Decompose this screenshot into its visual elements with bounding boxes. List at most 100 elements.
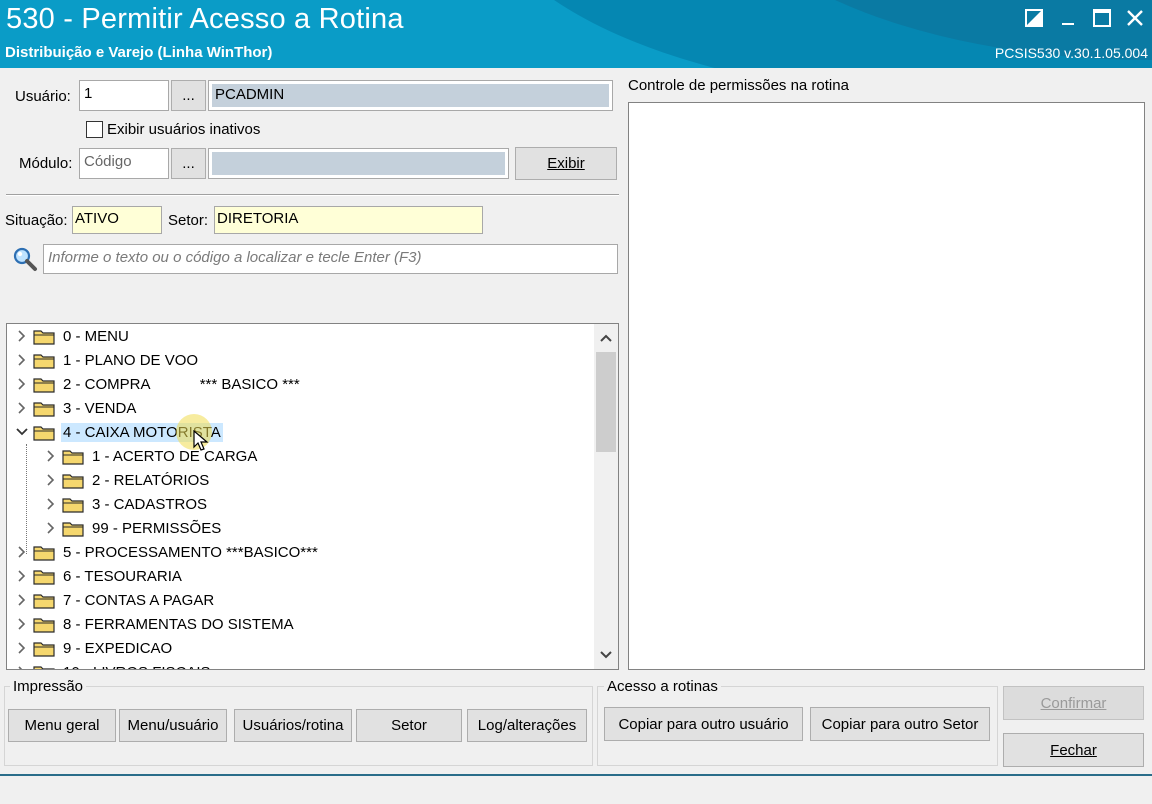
- usuario-name-value: PCADMIN: [212, 84, 609, 107]
- chevron-right-icon[interactable]: [15, 377, 29, 391]
- usuario-code-input[interactable]: 1: [79, 80, 169, 111]
- chevron-right-icon[interactable]: [15, 569, 29, 583]
- folder-icon: [62, 520, 84, 537]
- acesso-title: Acesso a rotinas: [604, 678, 721, 695]
- folder-icon: [33, 424, 55, 441]
- situacao-label: Situação:: [5, 212, 68, 229]
- chevron-right-icon[interactable]: [15, 665, 29, 669]
- tree-child-node[interactable]: 1 - ACERTO DE CARGA: [44, 445, 259, 467]
- tree-node[interactable]: 3 - VENDA: [15, 397, 138, 419]
- folder-icon: [33, 592, 55, 609]
- usuarios-rotina-button[interactable]: Usuários/rotina: [234, 709, 352, 742]
- window-subtitle: Distribuição e Varejo (Linha WinThor): [5, 44, 273, 61]
- exibir-inativos-option[interactable]: Exibir usuários inativos: [86, 121, 260, 138]
- tree-node-label: 0 - MENU: [63, 327, 129, 345]
- permissions-label: Controle de permissões na rotina: [628, 77, 849, 94]
- search-input[interactable]: Informe o texto ou o código a localizar …: [43, 244, 618, 274]
- folder-icon: [33, 352, 55, 369]
- tree-node[interactable]: 0 - MENU: [15, 325, 131, 347]
- chevron-right-icon[interactable]: [44, 449, 58, 463]
- tree-node[interactable]: 1 - PLANO DE VOO: [15, 349, 200, 371]
- title-bar: 530 - Permitir Acesso a Rotina Distribui…: [0, 0, 1152, 68]
- status-bar: [0, 774, 1152, 804]
- chevron-right-icon[interactable]: [15, 329, 29, 343]
- chevron-right-icon[interactable]: [15, 401, 29, 415]
- tree-node[interactable]: 10 - LIVROS FISCAIS: [15, 661, 213, 669]
- tree-child-node[interactable]: 99 - PERMISSÕES: [44, 517, 223, 539]
- modulo-label: Módulo:: [19, 155, 73, 172]
- chevron-right-icon[interactable]: [44, 473, 58, 487]
- tree-node-label: 2 - RELATÓRIOS: [92, 471, 210, 489]
- folder-icon: [33, 544, 55, 561]
- separator: [6, 194, 619, 196]
- tree-node-label: 99 - PERMISSÕES: [92, 519, 222, 537]
- chevron-right-icon[interactable]: [15, 593, 29, 607]
- tree-node[interactable]: 6 - TESOURARIA: [15, 565, 184, 587]
- exibir-button[interactable]: Exibir: [515, 147, 617, 180]
- copiar-usuario-button[interactable]: Copiar para outro usuário: [604, 707, 803, 741]
- modulo-lookup-button[interactable]: ...: [171, 148, 206, 179]
- tree-node[interactable]: 9 - EXPEDICAO: [15, 637, 174, 659]
- tree-node-label: 1 - PLANO DE VOO: [63, 351, 199, 369]
- version-label: PCSIS530 v.30.1.05.004: [994, 45, 1148, 61]
- modulo-name-field: [208, 148, 509, 179]
- modulo-code-input[interactable]: Código: [79, 148, 169, 179]
- mouse-pointer-icon: [193, 429, 209, 456]
- chevron-right-icon[interactable]: [15, 617, 29, 631]
- folder-icon: [62, 496, 84, 513]
- tree-child-node[interactable]: 2 - RELATÓRIOS: [44, 469, 211, 491]
- chevron-right-icon[interactable]: [44, 497, 58, 511]
- situacao-field: ATIVO: [72, 206, 162, 234]
- exibir-inativos-checkbox[interactable]: [86, 121, 103, 138]
- chevron-right-icon[interactable]: [15, 353, 29, 367]
- tree-node[interactable]: 8 - FERRAMENTAS DO SISTEMA: [15, 613, 296, 635]
- fechar-button[interactable]: Fechar: [1003, 733, 1144, 767]
- tree-node-label: 1 - ACERTO DE CARGA: [92, 447, 258, 465]
- setor-field: DIRETORIA: [214, 206, 483, 234]
- usuario-lookup-button[interactable]: ...: [171, 80, 206, 111]
- maximize-icon[interactable]: [1089, 6, 1115, 30]
- exibir-button-label: Exibir: [547, 155, 585, 172]
- impressao-title: Impressão: [10, 678, 87, 695]
- tree-child-node[interactable]: 3 - CADASTROS: [44, 493, 209, 515]
- usuario-name-field: PCADMIN: [208, 80, 613, 111]
- window-title: 530 - Permitir Acesso a Rotina: [6, 3, 404, 35]
- search-icon[interactable]: [12, 246, 38, 272]
- confirmar-button[interactable]: Confirmar: [1003, 686, 1144, 720]
- chevron-right-icon[interactable]: [15, 641, 29, 655]
- folder-icon: [62, 472, 84, 489]
- fechar-label: Fechar: [1050, 741, 1097, 759]
- minimize-icon[interactable]: [1055, 6, 1081, 30]
- scroll-down-icon[interactable]: [594, 643, 618, 667]
- tree-node[interactable]: 2 - COMPRA *** BASICO ***: [15, 373, 302, 395]
- folder-icon: [33, 640, 55, 657]
- tree-node-label: 2 - COMPRA *** BASICO ***: [63, 375, 300, 393]
- setor-label: Setor:: [168, 212, 209, 229]
- chevron-down-icon[interactable]: [15, 425, 29, 439]
- exibir-inativos-label: Exibir usuários inativos: [107, 121, 261, 138]
- setor-button[interactable]: Setor: [356, 709, 462, 742]
- tree-node[interactable]: 7 - CONTAS A PAGAR: [15, 589, 216, 611]
- tree-node-label: 9 - EXPEDICAO: [63, 639, 173, 657]
- permissions-panel[interactable]: [628, 102, 1145, 670]
- usuario-label: Usuário:: [15, 88, 71, 105]
- menu-usuario-button[interactable]: Menu/usuário: [119, 709, 227, 742]
- tree-node-label: 5 - PROCESSAMENTO ***BASICO***: [63, 543, 318, 561]
- tree-node[interactable]: 5 - PROCESSAMENTO ***BASICO***: [15, 541, 320, 563]
- scroll-up-icon[interactable]: [594, 326, 618, 350]
- routine-tree[interactable]: 0 - MENU 1 - PLANO DE VOO 2 - COMPRA *** B…: [6, 323, 619, 670]
- tree-node-label: 3 - VENDA: [63, 399, 137, 417]
- restore-icon[interactable]: [1021, 6, 1047, 30]
- folder-icon: [33, 568, 55, 585]
- close-icon[interactable]: [1122, 6, 1148, 30]
- folder-icon: [33, 616, 55, 633]
- scroll-thumb[interactable]: [596, 352, 616, 452]
- folder-icon: [33, 376, 55, 393]
- menu-geral-button[interactable]: Menu geral: [8, 709, 116, 742]
- log-alteracoes-button[interactable]: Log/alterações: [467, 709, 587, 742]
- tree-node-label: 3 - CADASTROS: [92, 495, 208, 513]
- copiar-setor-button[interactable]: Copiar para outro Setor: [810, 707, 990, 741]
- tree-scrollbar[interactable]: [594, 324, 618, 669]
- chevron-right-icon[interactable]: [44, 521, 58, 535]
- folder-icon: [33, 400, 55, 417]
